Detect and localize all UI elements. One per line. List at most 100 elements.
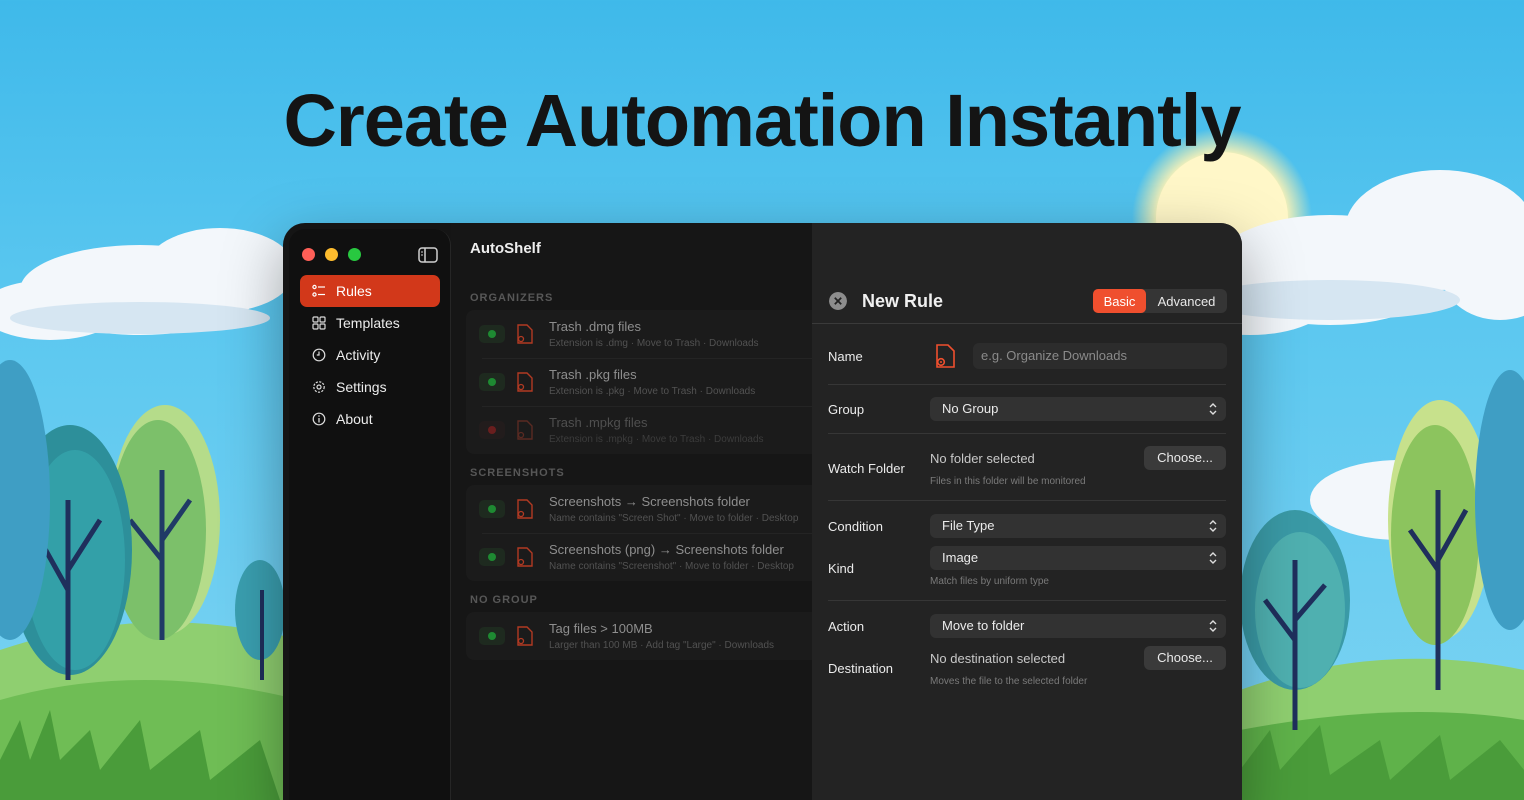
sidebar-item-settings[interactable]: Settings bbox=[300, 371, 440, 403]
file-gear-icon bbox=[517, 372, 533, 392]
divider bbox=[828, 384, 1226, 385]
sidebar-item-label: Settings bbox=[336, 379, 387, 395]
new-rule-panel: New Rule Basic Advanced Name e.g. Organi… bbox=[812, 223, 1242, 800]
group-select-value: No Group bbox=[942, 401, 999, 416]
chevron-updown-icon bbox=[1209, 620, 1217, 632]
rule-row[interactable]: Trash .pkg files Extension is .pkg · Mov… bbox=[466, 358, 826, 406]
info-icon bbox=[312, 412, 326, 426]
sidebar-toggle-icon[interactable] bbox=[418, 247, 438, 263]
close-panel-icon[interactable] bbox=[829, 292, 847, 310]
rule-enabled-toggle[interactable] bbox=[479, 421, 505, 439]
choose-destination-button[interactable]: Choose... bbox=[1144, 646, 1226, 670]
rule-title: Trash .dmg files bbox=[549, 319, 641, 334]
sidebar-item-about[interactable]: About bbox=[300, 403, 440, 435]
divider bbox=[828, 500, 1226, 501]
rule-subtitle: Extension is .pkg · Move to Trash · Down… bbox=[549, 386, 756, 397]
rule-title: Screenshots (png) → Screenshots folder bbox=[549, 542, 784, 557]
condition-select[interactable]: File Type bbox=[930, 514, 1226, 538]
panel-title: New Rule bbox=[862, 291, 944, 311]
sidebar-item-label: About bbox=[336, 411, 373, 427]
close-window-button[interactable] bbox=[302, 248, 315, 261]
sidebar-item-label: Templates bbox=[336, 315, 400, 331]
destination-value: No destination selected bbox=[930, 651, 1066, 666]
choose-watch-folder-button[interactable]: Choose... bbox=[1144, 446, 1226, 470]
rule-subtitle: Name contains "Screenshot" · Move to fol… bbox=[549, 561, 794, 572]
minimize-window-button[interactable] bbox=[325, 248, 338, 261]
app-window: Rules Templates Activity Settings About … bbox=[283, 223, 1242, 800]
rule-enabled-toggle[interactable] bbox=[479, 373, 505, 391]
file-gear-icon[interactable] bbox=[934, 344, 956, 368]
rule-row[interactable]: Tag files > 100MB Larger than 100 MB · A… bbox=[466, 612, 826, 660]
rule-row[interactable]: Trash .mpkg files Extension is .mpkg · M… bbox=[466, 406, 826, 454]
rule-enabled-toggle[interactable] bbox=[479, 548, 505, 566]
rule-enabled-toggle[interactable] bbox=[479, 500, 505, 518]
group-header-screenshots: SCREENSHOTS bbox=[470, 467, 565, 479]
app-title: AutoShelf bbox=[470, 240, 541, 257]
rule-enabled-toggle[interactable] bbox=[479, 627, 505, 645]
mode-advanced-button[interactable]: Advanced bbox=[1146, 289, 1227, 313]
rule-row[interactable]: Trash .dmg files Extension is .dmg · Mov… bbox=[466, 310, 826, 358]
destination-hint: Moves the file to the selected folder bbox=[930, 676, 1088, 687]
mode-basic-button[interactable]: Basic bbox=[1093, 289, 1146, 313]
rule-group-screenshots: Screenshots → Screenshots folder Name co… bbox=[466, 485, 826, 581]
file-gear-icon bbox=[517, 626, 533, 646]
file-gear-icon bbox=[517, 499, 533, 519]
divider bbox=[812, 323, 1242, 324]
file-gear-icon bbox=[517, 547, 533, 567]
sidebar-item-label: Rules bbox=[336, 283, 372, 299]
rule-group-organizers: Trash .dmg files Extension is .dmg · Mov… bbox=[466, 310, 826, 454]
rule-subtitle: Extension is .dmg · Move to Trash · Down… bbox=[549, 338, 759, 349]
divider bbox=[828, 433, 1226, 434]
grid-icon bbox=[312, 316, 326, 330]
rule-title: Trash .pkg files bbox=[549, 367, 637, 382]
zoom-window-button[interactable] bbox=[348, 248, 361, 261]
rule-row[interactable]: Screenshots (png) → Screenshots folder N… bbox=[466, 533, 826, 581]
group-header-organizers: ORGANIZERS bbox=[470, 292, 554, 304]
rule-enabled-toggle[interactable] bbox=[479, 325, 505, 343]
action-select[interactable]: Move to folder bbox=[930, 614, 1226, 638]
rule-title: Trash .mpkg files bbox=[549, 415, 648, 430]
sidebar-item-rules[interactable]: Rules bbox=[300, 275, 440, 307]
page-headline: Create Automation Instantly bbox=[283, 79, 1241, 162]
group-label: Group bbox=[828, 402, 865, 417]
rule-row[interactable]: Screenshots → Screenshots folder Name co… bbox=[466, 485, 826, 533]
rule-subtitle: Larger than 100 MB · Add tag "Large" · D… bbox=[549, 640, 775, 651]
kind-hint: Match files by uniform type bbox=[930, 576, 1049, 587]
condition-label: Condition bbox=[828, 519, 883, 534]
watch-folder-value: No folder selected bbox=[930, 451, 1035, 466]
destination-label: Destination bbox=[828, 661, 894, 676]
action-label: Action bbox=[828, 619, 865, 634]
file-gear-icon bbox=[517, 324, 533, 344]
rule-name-input[interactable]: e.g. Organize Downloads bbox=[973, 343, 1227, 369]
kind-label: Kind bbox=[828, 561, 855, 576]
sidebar: Rules Templates Activity Settings About bbox=[289, 229, 451, 800]
group-select[interactable]: No Group bbox=[930, 397, 1226, 421]
sidebar-item-templates[interactable]: Templates bbox=[300, 307, 440, 339]
rule-group-no-group: Tag files > 100MB Larger than 100 MB · A… bbox=[466, 612, 826, 660]
action-select-value: Move to folder bbox=[942, 618, 1025, 633]
window-controls bbox=[302, 248, 361, 261]
watch-folder-label: Watch Folder bbox=[828, 461, 905, 476]
sidebar-item-activity[interactable]: Activity bbox=[300, 339, 440, 371]
rule-title: Screenshots → Screenshots folder bbox=[549, 494, 750, 509]
gear-icon bbox=[313, 381, 325, 393]
chevron-updown-icon bbox=[1209, 403, 1217, 415]
name-label: Name bbox=[828, 349, 863, 364]
clock-icon bbox=[312, 348, 326, 362]
chevron-updown-icon bbox=[1209, 520, 1217, 532]
file-gear-icon bbox=[517, 420, 533, 440]
mode-segmented-control: Basic Advanced bbox=[1093, 289, 1227, 313]
watch-folder-hint: Files in this folder will be monitored bbox=[930, 476, 1086, 487]
list-icon bbox=[312, 284, 325, 297]
rule-title: Tag files > 100MB bbox=[549, 621, 653, 636]
chevron-updown-icon bbox=[1209, 552, 1217, 564]
sidebar-item-label: Activity bbox=[336, 347, 381, 363]
rule-subtitle: Extension is .mpkg · Move to Trash · Dow… bbox=[549, 434, 764, 445]
rules-list-pane: AutoShelf ORGANIZERS Trash .dmg files Ex… bbox=[451, 223, 826, 800]
sidebar-nav: Rules Templates Activity Settings About bbox=[300, 275, 440, 435]
divider bbox=[828, 600, 1226, 601]
kind-select[interactable]: Image bbox=[930, 546, 1226, 570]
group-header-no-group: NO GROUP bbox=[470, 594, 538, 606]
rule-subtitle: Name contains "Screen Shot" · Move to fo… bbox=[549, 513, 799, 524]
condition-select-value: File Type bbox=[942, 518, 995, 533]
